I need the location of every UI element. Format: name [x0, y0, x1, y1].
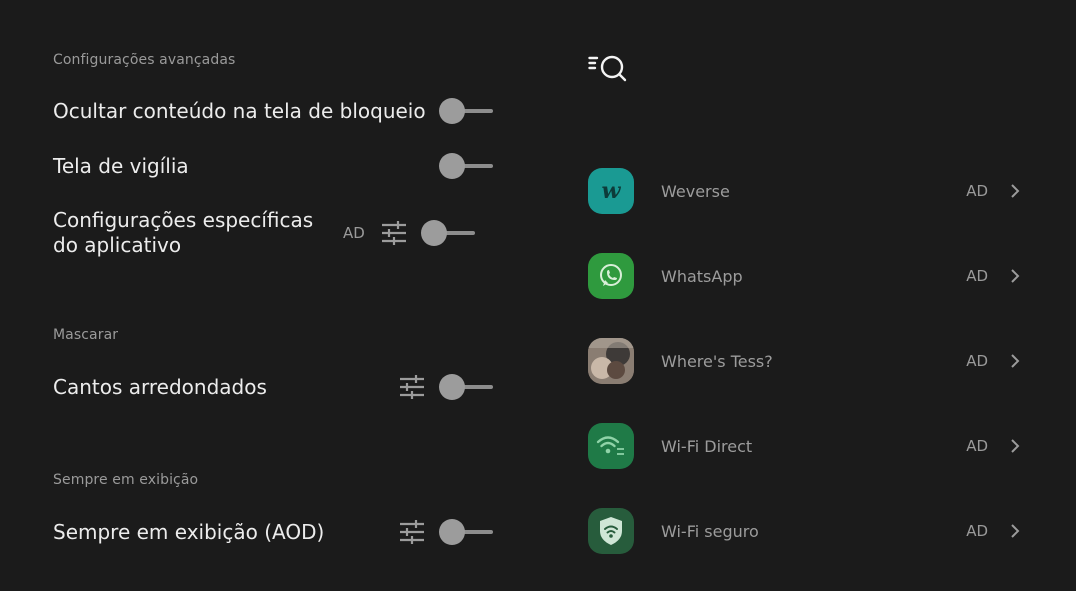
- svg-text:w: w: [602, 178, 622, 204]
- app-name: Wi-Fi Direct: [661, 436, 753, 456]
- app-row-weverse[interactable]: w Weverse AD: [588, 167, 1028, 215]
- row-hide-lock-content[interactable]: Ocultar conteúdo na tela de bloqueio: [53, 97, 493, 125]
- switch-thumb: [439, 519, 465, 545]
- chevron-right-icon: [1011, 354, 1020, 368]
- chevron-right-icon: [1011, 439, 1020, 453]
- app-row-wheres-tess[interactable]: Where's Tess? AD: [588, 337, 1028, 385]
- row-label: Ocultar conteúdo na tela de bloqueio: [53, 98, 426, 123]
- row-label: Sempre em exibição (AOD): [53, 519, 325, 544]
- settings-screen: Configurações avançadas Ocultar conteúdo…: [0, 0, 1076, 591]
- app-row-secure-wifi[interactable]: Wi-Fi seguro AD: [588, 507, 1028, 555]
- watch-screen-switch[interactable]: [439, 152, 493, 180]
- row-label: Configurações específicas do aplicativo: [53, 208, 314, 257]
- tune-icon[interactable]: [399, 375, 425, 399]
- weverse-app-icon: w: [588, 168, 634, 214]
- row-rounded-corners[interactable]: Cantos arredondados: [53, 373, 493, 401]
- app-name: WhatsApp: [661, 266, 743, 286]
- ad-badge: AD: [966, 182, 988, 200]
- hide-lock-content-switch[interactable]: [439, 97, 493, 125]
- ad-badge: AD: [966, 267, 988, 285]
- advanced-settings-pane: Configurações avançadas Ocultar conteúdo…: [0, 0, 540, 591]
- section-title-mask: Mascarar: [53, 327, 119, 343]
- ad-badge: AD: [966, 437, 988, 455]
- row-label: Cantos arredondados: [53, 374, 267, 399]
- app-name: Where's Tess?: [661, 351, 773, 371]
- chevron-right-icon: [1011, 524, 1020, 538]
- row-watch-screen[interactable]: Tela de vigília: [53, 152, 493, 180]
- tune-icon[interactable]: [399, 520, 425, 544]
- ad-badge: AD: [966, 522, 988, 540]
- row-always-on-display[interactable]: Sempre em exibição (AOD): [53, 518, 493, 546]
- always-on-display-switch[interactable]: [439, 518, 493, 546]
- app-row-wifi-direct[interactable]: Wi-Fi Direct AD: [588, 422, 1028, 470]
- rounded-corners-switch[interactable]: [439, 373, 493, 401]
- row-label: Tela de vigília: [53, 153, 189, 178]
- app-name: Wi-Fi seguro: [661, 521, 759, 541]
- search-list-icon[interactable]: [588, 54, 628, 84]
- app-name: Weverse: [661, 181, 730, 201]
- switch-thumb: [420, 220, 447, 246]
- section-title-advanced: Configurações avançadas: [53, 52, 236, 68]
- ad-badge: AD: [343, 224, 365, 242]
- whatsapp-app-icon: [588, 253, 634, 299]
- switch-thumb: [439, 374, 465, 400]
- chevron-right-icon: [1011, 269, 1020, 283]
- switch-thumb: [439, 153, 465, 179]
- row-app-specific-settings[interactable]: Configurações específicas do aplicativo …: [53, 208, 493, 258]
- secure-wifi-app-icon: [588, 508, 634, 554]
- section-title-always-on: Sempre em exibição: [53, 472, 199, 488]
- wifi-direct-app-icon: [588, 423, 634, 469]
- chevron-right-icon: [1011, 184, 1020, 198]
- switch-thumb: [439, 98, 465, 124]
- ad-badge: AD: [966, 352, 988, 370]
- wheres-tess-app-icon: [588, 338, 634, 384]
- app-row-whatsapp[interactable]: WhatsApp AD: [588, 252, 1028, 300]
- app-specific-settings-switch[interactable]: [420, 219, 475, 247]
- tune-icon[interactable]: [381, 221, 407, 245]
